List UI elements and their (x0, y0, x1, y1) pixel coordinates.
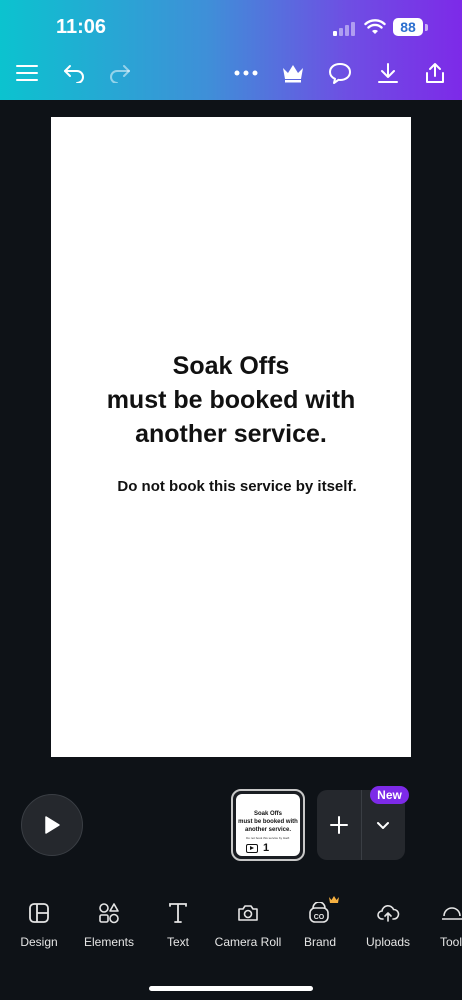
page-number: 1 (246, 842, 269, 854)
video-page-icon (246, 843, 258, 853)
nav-camera-roll[interactable]: Camera Roll (211, 895, 285, 949)
nav-elements[interactable]: Elements (79, 895, 139, 949)
svg-text:CO: CO (314, 914, 325, 921)
tools-icon (440, 895, 462, 931)
plus-icon (329, 816, 348, 834)
new-badge: New (370, 786, 409, 804)
premium-crown-icon (329, 896, 339, 903)
wifi-icon (364, 19, 386, 34)
status-time: 11:06 (56, 16, 107, 38)
undo-icon[interactable] (61, 60, 87, 86)
nav-uploads[interactable]: Uploads (361, 895, 415, 949)
nav-brand[interactable]: CO Brand (298, 895, 342, 949)
cellular-signal-icon (333, 22, 355, 36)
crown-icon[interactable] (280, 60, 306, 86)
thumbnail-subtitle: Do not book this service by itself. (246, 836, 290, 840)
menu-icon[interactable] (14, 60, 40, 86)
thumbnail-preview: Soak Offs must be booked with another se… (236, 794, 300, 856)
camera-icon (237, 895, 259, 931)
canvas-subtitle[interactable]: Do not book this service by itself. (51, 478, 423, 495)
play-button[interactable] (21, 794, 83, 856)
thumbnail-title: Soak Offs must be booked with another se… (238, 811, 298, 833)
share-icon[interactable] (422, 60, 448, 86)
play-icon (45, 816, 60, 834)
comment-icon[interactable] (327, 60, 353, 86)
nav-design[interactable]: Design (14, 895, 64, 949)
bottom-nav: Design Elements Text Camera Roll CO Bran… (0, 895, 462, 965)
nav-text[interactable]: Text (158, 895, 198, 949)
text-icon (168, 895, 188, 931)
battery-indicator: 88 (393, 18, 423, 36)
cloud-upload-icon (376, 895, 400, 931)
page-thumbnail[interactable]: Soak Offs must be booked with another se… (231, 789, 305, 861)
design-canvas[interactable]: Soak Offs must be booked with another se… (51, 117, 411, 757)
canvas-title[interactable]: Soak Offs must be booked with another se… (51, 349, 411, 451)
chevron-down-icon (377, 822, 390, 829)
elements-icon (98, 895, 120, 931)
battery-tip (425, 24, 428, 31)
home-indicator (149, 986, 313, 991)
add-page-button[interactable] (317, 790, 361, 860)
redo-icon[interactable] (107, 60, 133, 86)
download-icon[interactable] (375, 60, 401, 86)
brand-icon: CO (308, 895, 339, 931)
more-options-icon[interactable] (233, 60, 259, 86)
design-icon (28, 895, 50, 931)
top-toolbar: 11:06 88 (0, 0, 462, 100)
nav-tools[interactable]: Tools (440, 895, 462, 949)
